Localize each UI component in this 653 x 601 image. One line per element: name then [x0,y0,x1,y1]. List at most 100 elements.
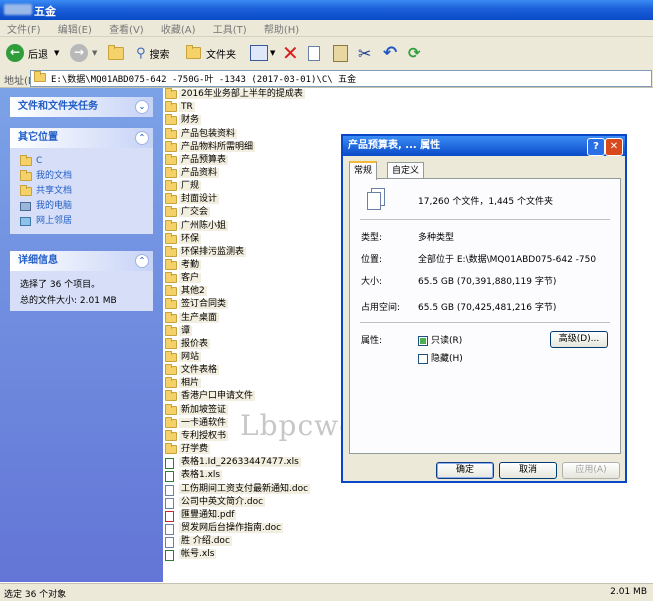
status-bar: 选定 36 个对象 2.01 MB [0,583,653,601]
help-button[interactable]: ? [587,138,605,156]
back-button[interactable]: ← 后退 ▼ [6,42,59,64]
address-input[interactable]: E:\数据\MQ01ABD075-642 -750G-叶 -1343 (2017… [30,70,652,87]
tab-general[interactable]: 常规 [349,161,378,180]
title-bar[interactable]: 五金 [0,0,653,20]
file-item[interactable]: 客户 [165,272,202,285]
file-item[interactable]: 相片 [165,377,202,390]
file-name: 其他2 [179,286,207,297]
cancel-button[interactable]: 取消 [499,462,557,479]
menu-help[interactable]: 帮助(H) [257,20,306,37]
file-item[interactable]: 其他2 [165,285,207,298]
file-item[interactable]: 表格1.Id_22633447477.xls [165,456,301,470]
file-item[interactable]: 表格1.xls [165,469,223,483]
menu-tools[interactable]: 工具(T) [206,20,254,37]
file-item[interactable]: 产品包装资料 [165,127,238,141]
apply-button[interactable]: 应用(A) [562,462,620,479]
readonly-checkbox[interactable]: 只读(R) [418,333,462,346]
attributes-label: 属性: [361,336,383,346]
xls-file-icon [165,548,179,566]
file-item[interactable]: 香港户口申请文件 [165,390,256,403]
toolbar: ← 后退 ▼ → ▼ ⚲ 搜索 文件夹 ▼ ✕ ✂ ↶ ⟳ [0,37,653,70]
file-name: 封面设计 [179,194,220,205]
advanced-button[interactable]: 高级(D)... [550,331,608,348]
file-item[interactable]: 报价表 [165,337,211,351]
search-button[interactable]: ⚲ 搜索 [136,42,170,64]
file-name: 网站 [179,352,202,362]
refresh-button[interactable]: ⟳ [408,42,421,64]
separator [360,322,610,323]
place-link-shared-documents[interactable]: 共享文档 [10,184,153,199]
file-tasks-panel: 文件和文件夹任务 ⌄ [10,97,153,117]
type-label: 类型: [361,233,383,243]
paste-button[interactable] [333,42,348,64]
file-item[interactable]: 环保排污监测表 [165,245,247,259]
details-selection: 选择了 36 个项目。 [20,280,101,290]
file-item[interactable]: 广交会 [165,206,211,219]
chevron-down-icon[interactable]: ⌄ [135,100,149,114]
file-item[interactable]: 文件表格 [165,364,220,377]
file-item[interactable]: 帐号.xls [165,548,217,562]
file-item[interactable]: 网站 [165,351,202,364]
file-item[interactable]: 谭 [165,324,193,338]
file-item[interactable]: 胜 介绍.doc [165,535,232,549]
menu-edit[interactable]: 编辑(E) [51,20,99,37]
file-name: 胜 介绍.doc [179,536,232,547]
file-item[interactable]: 生产桌面 [165,311,220,325]
place-link-my-computer[interactable]: 我的电脑 [10,199,153,214]
place-link-my-documents[interactable]: 我的文档 [10,169,153,184]
file-name: 生产桌面 [179,312,220,323]
my-documents-icon [20,170,32,181]
file-item[interactable]: 产品资料 [165,166,220,180]
chevron-down-icon: ▼ [270,49,276,57]
file-item[interactable]: 一卡通软件 [165,416,229,430]
folders-button[interactable]: 文件夹 [186,42,236,64]
ok-button[interactable]: 确定 [436,462,494,479]
forward-button[interactable]: → ▼ [70,42,97,64]
menu-file[interactable]: 文件(F) [0,20,48,37]
file-item[interactable]: 产品预算表 [165,153,229,167]
file-item[interactable]: 匯豐通知.pdf [165,509,237,522]
file-item[interactable]: 2016年业务部上半年的提成表 [165,88,305,101]
chevron-up-icon[interactable]: ⌃ [135,131,149,145]
file-name: 客户 [179,273,202,284]
close-button[interactable]: ✕ [605,138,623,156]
folders-label: 文件夹 [206,49,236,61]
file-item[interactable]: 公司中英文简介.doc [165,496,266,509]
menu-favorites[interactable]: 收藏(A) [154,20,203,37]
file-item[interactable]: 贸发网后台操作指南.doc [165,522,284,535]
views-button[interactable]: ▼ [250,42,275,64]
details-header[interactable]: 详细信息 ⌃ [10,251,153,271]
file-item[interactable]: 财务 [165,114,202,127]
up-folder-button[interactable] [108,42,124,64]
file-item[interactable]: 孖学费 [165,443,211,456]
file-name: 产品资料 [179,167,220,178]
details-title: 详细信息 [18,255,58,266]
file-item[interactable]: 封面设计 [165,193,220,206]
file-tasks-header[interactable]: 文件和文件夹任务 ⌄ [10,97,153,117]
size-value: 65.5 GB (70,391,880,119 字节) [418,277,557,287]
cut-button[interactable]: ✂ [358,42,371,64]
file-item[interactable]: 广州陈小姐 [165,219,229,233]
file-item[interactable]: TR [165,101,195,114]
place-link-c[interactable]: C [10,154,153,169]
file-item[interactable]: 工伤期间工资支付最新通知.doc [165,483,311,496]
undo-button[interactable]: ↶ [383,42,397,64]
other-places-header[interactable]: 其它位置 ⌃ [10,128,153,148]
dialog-title-bar[interactable]: 产品预算表, ... 属性 ? ✕ [343,136,625,156]
file-item[interactable]: 签订合同类 [165,298,229,311]
forward-arrow-icon: → [70,44,88,62]
file-item[interactable]: 专利授权书 [165,429,229,443]
file-item[interactable]: 厂规 [165,180,202,193]
file-item[interactable]: 新加坡签证 [165,403,229,417]
place-link-network[interactable]: 网上邻居 [10,214,153,229]
menu-view[interactable]: 查看(V) [102,20,151,37]
tab-custom[interactable]: 自定义 [387,162,425,179]
chevron-up-icon[interactable]: ⌃ [135,254,149,268]
delete-button[interactable]: ✕ [282,41,299,65]
file-item[interactable]: 环保 [165,232,202,246]
file-name: 报价表 [179,338,211,349]
file-item[interactable]: 考勤 [165,259,202,272]
hidden-checkbox[interactable]: 隐藏(H) [418,351,463,364]
copy-button[interactable] [308,42,320,64]
file-item[interactable]: 产品物料所需明细 [165,140,256,154]
